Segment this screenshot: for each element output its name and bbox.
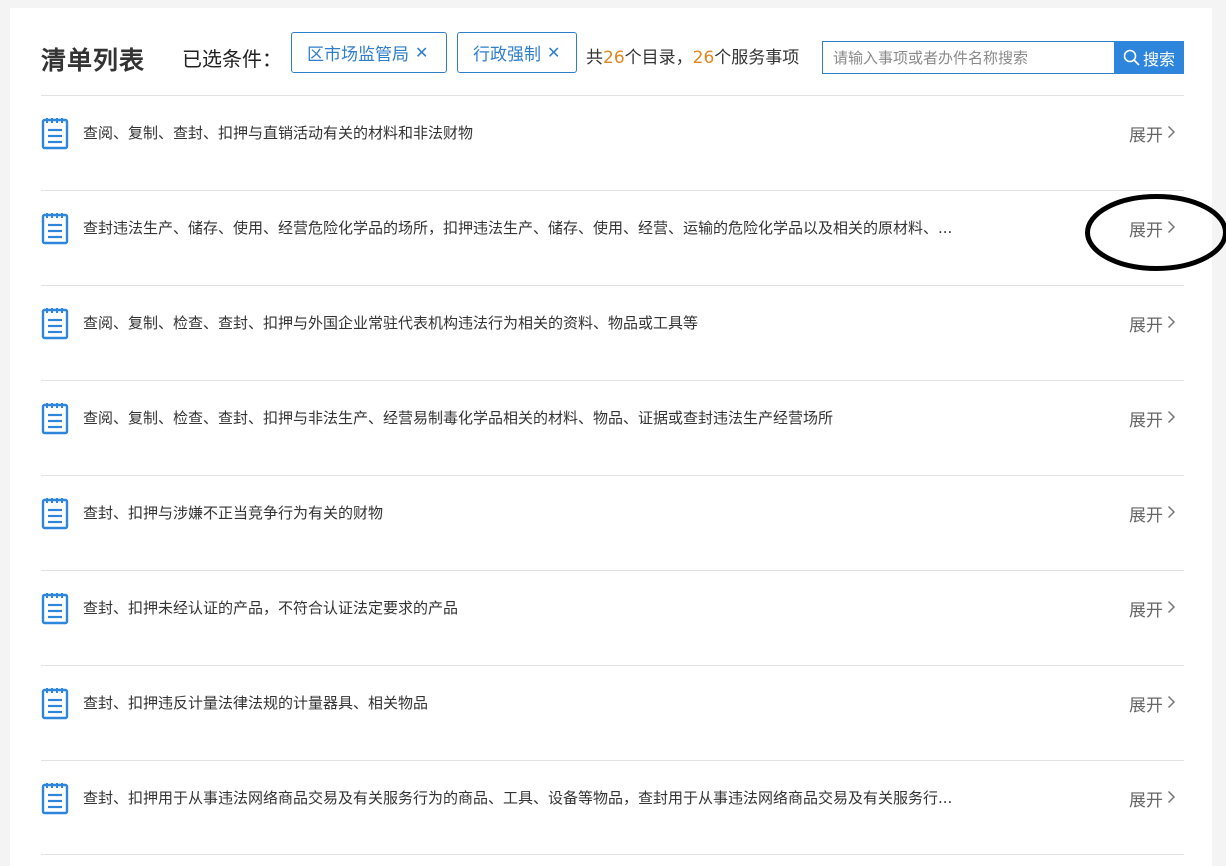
search-bar: 搜索 — [822, 41, 1184, 74]
expand-label: 展开 — [1129, 316, 1163, 336]
search-button-label: 搜索 — [1142, 49, 1175, 69]
chevron-right-icon — [1167, 789, 1176, 809]
expand-button[interactable]: 展开 — [1129, 406, 1176, 431]
expand-label: 展开 — [1129, 791, 1163, 811]
chevron-right-icon — [1167, 694, 1176, 714]
list-item[interactable]: 查阅、复制、查封、扣押与直销活动有关的材料和非法财物 展开 — [41, 95, 1184, 190]
list-item[interactable]: 查封违法生产、储存、使用、经营危险化学品的场所，扣押违法生产、储存、使用、经营、… — [41, 190, 1184, 285]
expand-button[interactable]: 展开 — [1129, 691, 1176, 716]
expand-label: 展开 — [1129, 126, 1163, 146]
service-count: 26 — [692, 48, 715, 68]
chevron-right-icon — [1167, 219, 1176, 239]
list-item[interactable]: 查封、扣押违反计量法律法规的计量器具、相关物品 展开 — [41, 665, 1184, 760]
expand-button[interactable]: 展开 — [1129, 311, 1176, 336]
item-title[interactable]: 查封、扣押未经认证的产品，不符合认证法定要求的产品 — [83, 597, 458, 618]
item-title[interactable]: 查阅、复制、查封、扣押与直销活动有关的材料和非法财物 — [83, 122, 473, 143]
chevron-right-icon — [1167, 599, 1176, 619]
item-title[interactable]: 查封违法生产、储存、使用、经营危险化学品的场所，扣押违法生产、储存、使用、经营、… — [83, 217, 952, 238]
item-title[interactable]: 查封、扣押用于从事违法网络商品交易及有关服务行为的商品、工具、设备等物品，查封用… — [83, 787, 952, 808]
search-icon — [1123, 49, 1140, 66]
item-title[interactable]: 查阅、复制、检查、查封、扣押与非法生产、经营易制毒化学品相关的材料、物品、证据或… — [83, 407, 833, 428]
document-icon — [41, 116, 69, 150]
document-icon — [41, 781, 69, 815]
expand-label: 展开 — [1129, 601, 1163, 621]
expand-label: 展开 — [1129, 221, 1163, 241]
list-item[interactable]: 查封、扣押用于从事违法网络商品交易及有关服务行为的商品、工具、设备等物品，查封用… — [41, 760, 1184, 855]
document-icon — [41, 591, 69, 625]
chevron-right-icon — [1167, 409, 1176, 429]
item-title[interactable]: 查封、扣押违反计量法律法规的计量器具、相关物品 — [83, 692, 428, 713]
chevron-right-icon — [1167, 124, 1176, 144]
filter-chip-label: 行政强制 — [473, 45, 541, 65]
list-item[interactable]: 查封、扣押与涉嫌不正当竞争行为有关的财物 展开 — [41, 475, 1184, 570]
expand-label: 展开 — [1129, 411, 1163, 431]
list-item[interactable]: 查阅、复制、检查、查封、扣押与外国企业常驻代表机构违法行为相关的资料、物品或工具… — [41, 285, 1184, 380]
filter-chip-category[interactable]: 行政强制 ✕ — [457, 32, 577, 73]
search-button[interactable]: 搜索 — [1114, 41, 1184, 74]
expand-button[interactable]: 展开 — [1129, 786, 1176, 811]
list-item[interactable]: 查阅、复制、检查、查封、扣押与非法生产、经营易制毒化学品相关的材料、物品、证据或… — [41, 380, 1184, 475]
document-icon — [41, 211, 69, 245]
document-icon — [41, 306, 69, 340]
item-list: 查阅、复制、查封、扣押与直销活动有关的材料和非法财物 展开 查封违法生产、储存、使用… — [41, 95, 1184, 855]
filter-chip-department[interactable]: 区市场监管局 ✕ — [291, 32, 447, 73]
expand-button[interactable]: 展开 — [1129, 121, 1176, 146]
close-icon[interactable]: ✕ — [547, 44, 560, 61]
main-panel: 清单列表 已选条件： 区市场监管局 ✕ 行政强制 ✕ 共26个目录，26个服务事… — [10, 8, 1226, 866]
expand-button[interactable]: 展开 — [1129, 596, 1176, 621]
selected-conditions-label: 已选条件： — [182, 47, 282, 71]
list-item[interactable]: 查封、扣押未经认证的产品，不符合认证法定要求的产品 展开 — [41, 570, 1184, 665]
list-header: 清单列表 已选条件： 区市场监管局 ✕ 行政强制 ✕ 共26个目录，26个服务事… — [41, 32, 1184, 90]
document-icon — [41, 401, 69, 435]
close-icon[interactable]: ✕ — [415, 44, 428, 61]
catalog-count: 26 — [603, 48, 625, 68]
summary-prefix: 共 — [586, 48, 603, 68]
filter-chip-label: 区市场监管局 — [307, 45, 409, 65]
result-summary: 共26个目录，26个服务事项 — [586, 43, 799, 68]
service-suffix: 个服务事项 — [714, 48, 800, 68]
document-icon — [41, 496, 69, 530]
expand-label: 展开 — [1129, 506, 1163, 526]
item-title[interactable]: 查封、扣押与涉嫌不正当竞争行为有关的财物 — [83, 502, 383, 523]
expand-label: 展开 — [1129, 696, 1163, 716]
catalog-suffix: 个目录， — [624, 48, 693, 68]
chevron-right-icon — [1167, 314, 1176, 334]
page-title: 清单列表 — [41, 46, 146, 75]
chevron-right-icon — [1167, 504, 1176, 524]
item-title[interactable]: 查阅、复制、检查、查封、扣押与外国企业常驻代表机构违法行为相关的资料、物品或工具… — [83, 312, 698, 333]
search-input[interactable] — [822, 41, 1114, 74]
expand-button[interactable]: 展开 — [1129, 216, 1176, 241]
document-icon — [41, 686, 69, 720]
expand-button[interactable]: 展开 — [1129, 501, 1176, 526]
